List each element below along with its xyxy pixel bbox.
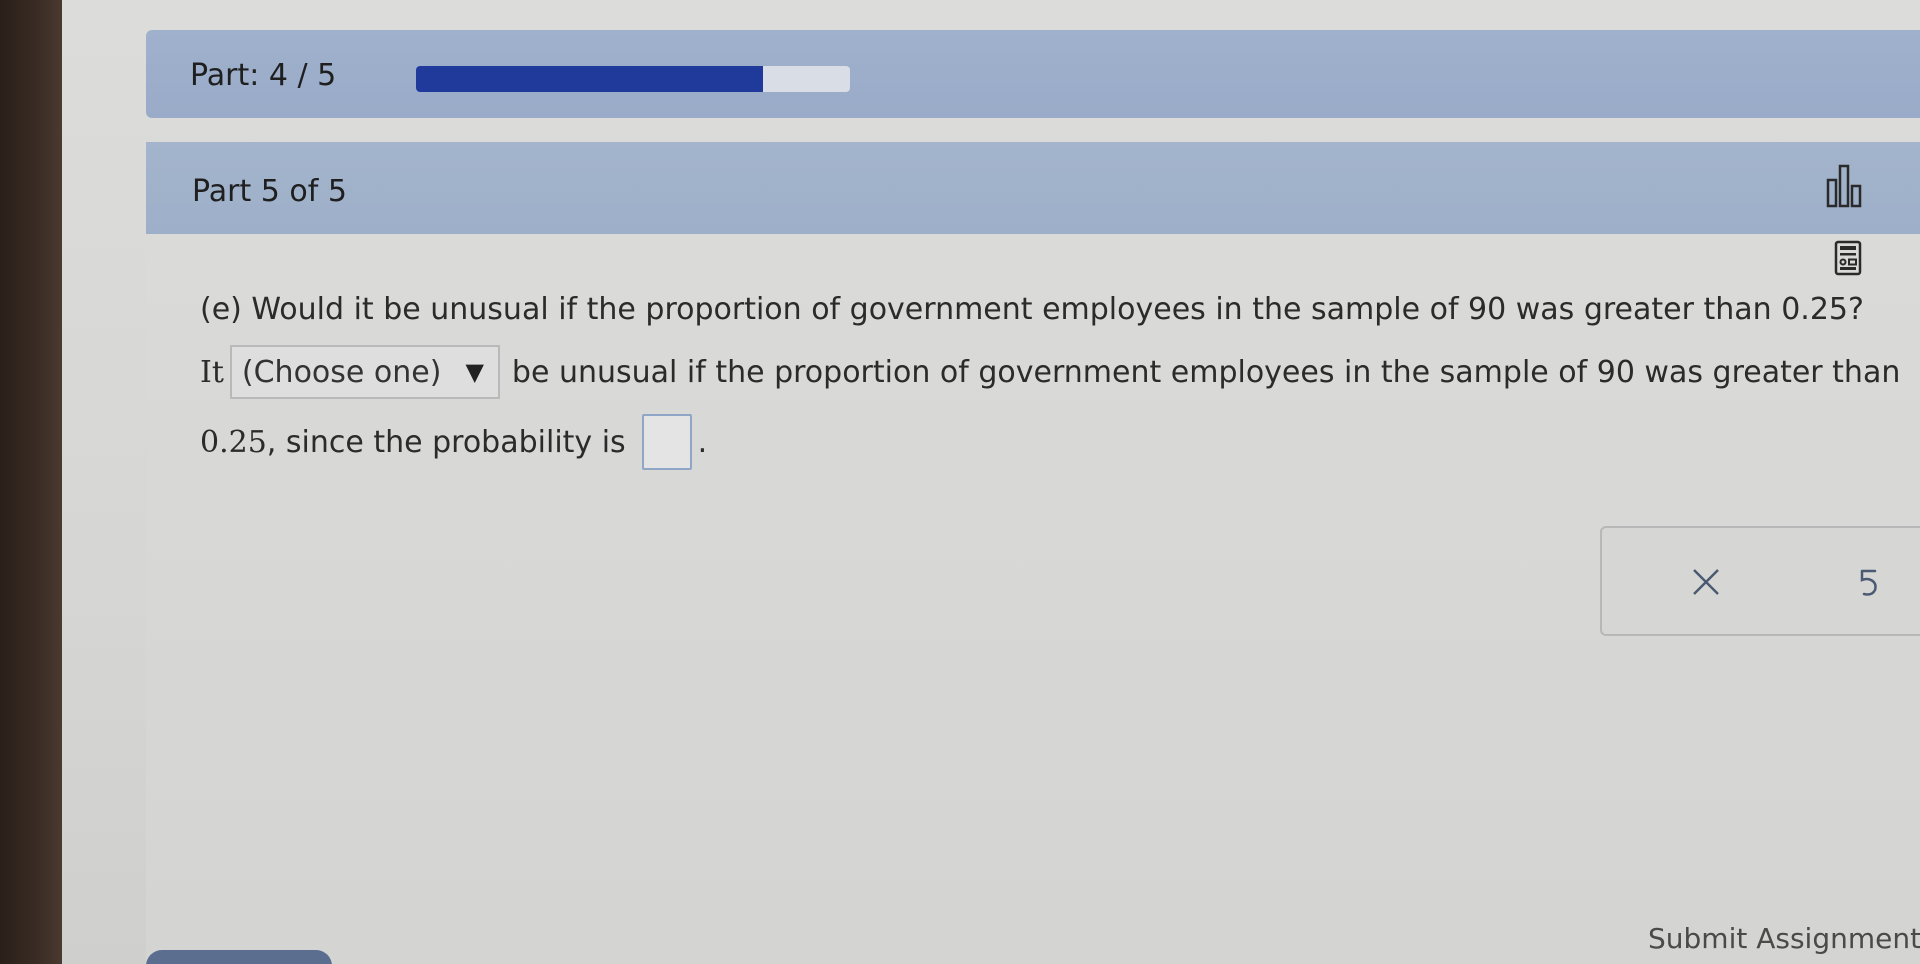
dropdown-selected-value: (Choose one) bbox=[241, 354, 442, 390]
question-prompt: (e) Would it be unusual if the proportio… bbox=[200, 292, 1864, 327]
sentence-lead: It bbox=[200, 354, 224, 390]
part-counter: Part: 4 / 5 bbox=[190, 58, 337, 93]
threshold-value: 0.25 bbox=[200, 424, 267, 460]
answer-sentence-line-1: It (Choose one) ▼ be unusual if the prop… bbox=[200, 344, 1900, 400]
calculator-icon[interactable] bbox=[1834, 240, 1862, 276]
choose-one-dropdown[interactable]: (Choose one) ▼ bbox=[229, 345, 500, 399]
sentence-end: , since the probability is bbox=[266, 424, 626, 460]
screen: Part: 4 / 5 Part 5 of 5 (e) Would it be … bbox=[62, 0, 1920, 964]
close-icon bbox=[1693, 569, 1719, 595]
sentence-period: . bbox=[697, 424, 708, 460]
undo-button[interactable] bbox=[1840, 554, 1896, 610]
probability-answer-input[interactable] bbox=[641, 414, 692, 470]
progress-track bbox=[416, 66, 850, 92]
submit-assignment-button[interactable]: Submit Assignment bbox=[1648, 922, 1920, 955]
clear-button[interactable] bbox=[1678, 554, 1734, 610]
section-title: Part 5 of 5 bbox=[192, 174, 347, 209]
section-header: Part 5 of 5 bbox=[146, 142, 1920, 234]
undo-icon bbox=[1860, 569, 1877, 596]
monitor-bezel bbox=[0, 0, 62, 964]
answer-sentence-line-2: 0.25 , since the probability is . bbox=[200, 412, 707, 472]
part-progress-bar: Part: 4 / 5 bbox=[146, 30, 1920, 118]
bar-chart-icon[interactable] bbox=[1826, 164, 1866, 208]
answer-actions-panel bbox=[1600, 526, 1920, 636]
sentence-middle: be unusual if the proportion of governme… bbox=[511, 354, 1901, 390]
question-content: (e) Would it be unusual if the proportio… bbox=[146, 234, 1920, 964]
dropdown-arrow-icon: ▼ bbox=[465, 358, 484, 386]
progress-fill bbox=[416, 66, 764, 92]
bottom-tab-button[interactable] bbox=[146, 950, 332, 964]
